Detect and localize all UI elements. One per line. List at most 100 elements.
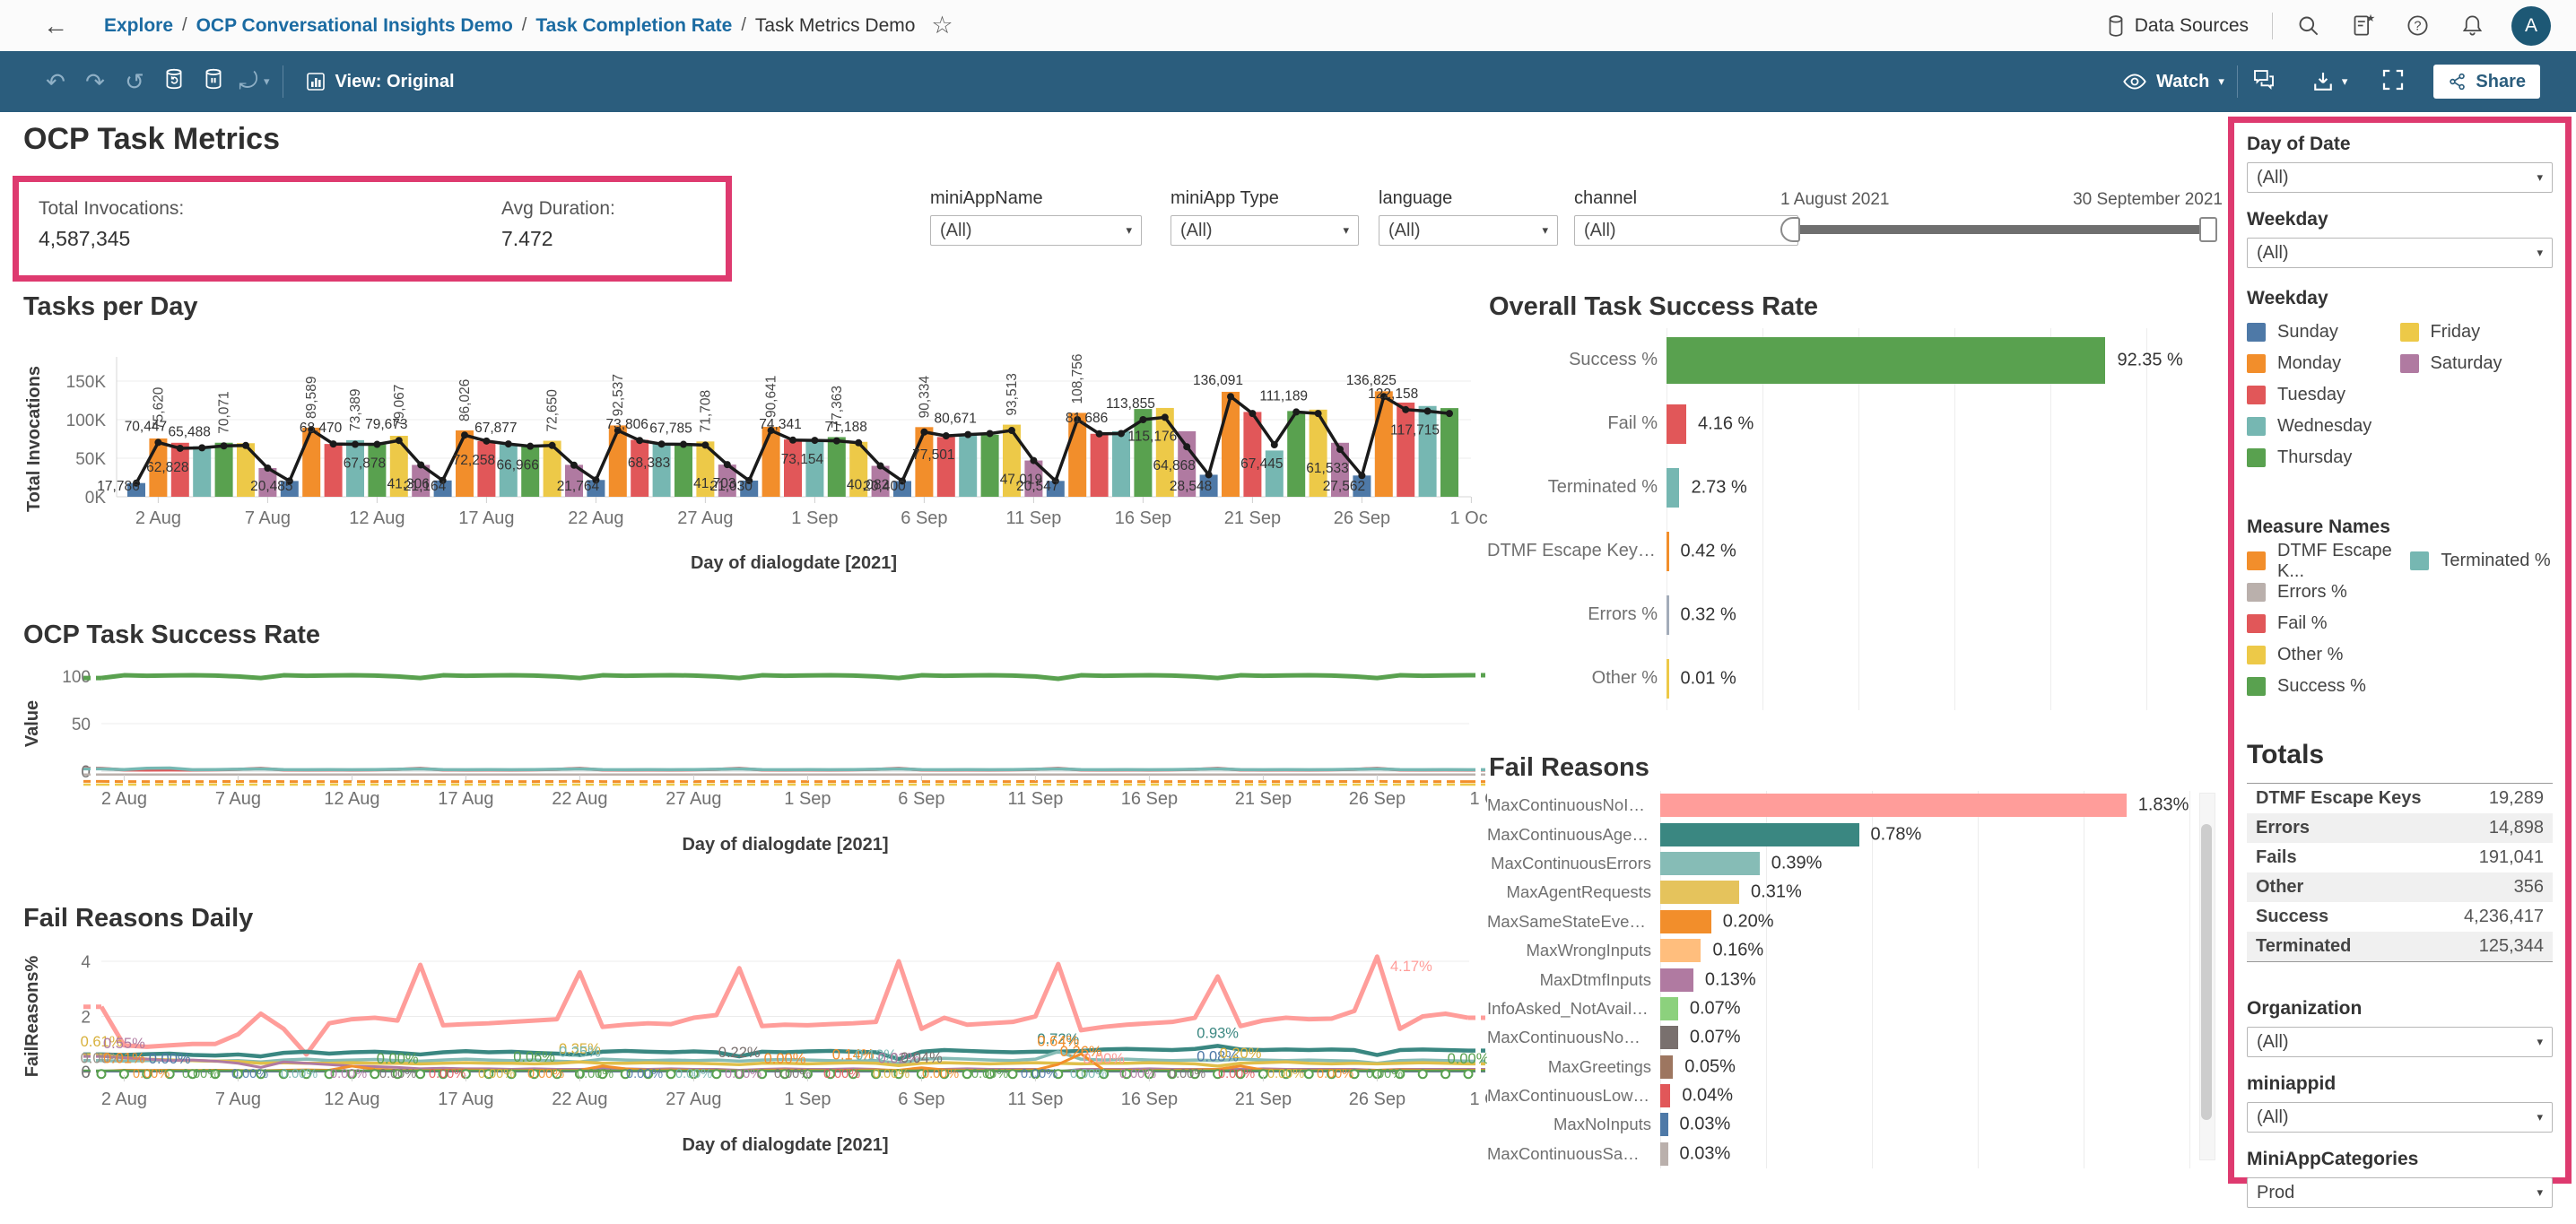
filter-dropdown[interactable]: (All)▾ (1574, 215, 1798, 246)
tasks-per-day-chart[interactable]: 0K50K100K150KTotal Invocations17,78675,6… (16, 339, 1487, 612)
watch-button[interactable]: Watch ▾ (2122, 69, 2224, 94)
bar-row[interactable]: Success %92.35 % (1487, 328, 2241, 392)
fullscreen-button[interactable] (2380, 66, 2406, 98)
legend-item[interactable]: Fail % (2247, 608, 2410, 639)
breadcrumb-item[interactable]: OCP Conversational Insights Demo (196, 15, 513, 37)
fail-reasons-daily-chart[interactable]: 024FailReasons%2 Aug7 Aug12 Aug17 Aug22 … (16, 942, 1487, 1188)
bar[interactable] (1660, 997, 1678, 1020)
bar-row[interactable]: Fail %4.16 % (1487, 392, 2241, 456)
legend-item[interactable]: Tuesday (2247, 379, 2400, 411)
bar[interactable] (1667, 595, 1669, 635)
bar-row[interactable]: MaxWrongInputs0.16% (1487, 936, 2232, 965)
date-slider-right-handle[interactable] (2199, 217, 2217, 242)
bar[interactable] (1660, 1026, 1678, 1049)
bar[interactable] (1660, 1113, 1668, 1136)
bar-row[interactable]: Other %0.01 % (1487, 647, 2241, 710)
bar[interactable] (1667, 532, 1669, 571)
legend-item[interactable]: Friday (2400, 317, 2554, 348)
redo-button[interactable]: ↷ (75, 68, 115, 96)
breadcrumb-item[interactable]: Task Completion Rate (535, 15, 732, 37)
bar[interactable] (1660, 910, 1711, 933)
view-selector[interactable]: View: Original (305, 71, 455, 92)
svg-text:0.00%: 0.00% (330, 1067, 367, 1081)
date-slider-left-handle[interactable] (1780, 217, 1800, 242)
breadcrumb-item[interactable]: Explore (104, 15, 173, 37)
back-arrow-icon[interactable]: ← (43, 12, 68, 40)
bar-row[interactable]: MaxContinuousErrors0.39% (1487, 849, 2232, 878)
filter-dropdown[interactable]: (All)▾ (1171, 215, 1359, 246)
legend-item[interactable]: Other % (2247, 639, 2410, 671)
bar[interactable] (1667, 404, 1686, 444)
bar-row[interactable]: Terminated %2.73 % (1487, 456, 2241, 519)
sidebar-filter-dropdown[interactable]: Prod▾ (2247, 1177, 2553, 1208)
bar[interactable] (1660, 881, 1739, 904)
legend-item[interactable]: Saturday (2400, 348, 2554, 379)
data-sources-button[interactable]: Data Sources (2104, 14, 2249, 38)
bar-row[interactable]: MaxContinuousLowConfR..0.04% (1487, 1081, 2232, 1110)
comments-button[interactable] (2250, 66, 2277, 98)
search-icon[interactable] (2296, 13, 2320, 38)
filter-dropdown[interactable]: (All)▾ (1379, 215, 1558, 246)
run-update-button[interactable]: ⤾▾ (233, 67, 270, 96)
bar[interactable] (1667, 659, 1669, 699)
svg-text:0.06%: 0.06% (513, 1049, 555, 1065)
fail-reasons-scrollbar-track[interactable] (2199, 793, 2215, 1160)
bar-row[interactable]: MaxContinuousAgentReq..0.78% (1487, 820, 2232, 848)
legend-item[interactable]: Sunday (2247, 317, 2400, 348)
fail-reasons-chart[interactable]: MaxContinuousNoInputs1.83%MaxContinuousA… (1487, 791, 2232, 1168)
bar[interactable] (1660, 939, 1701, 962)
filter-dropdown[interactable]: (All)▾ (930, 215, 1142, 246)
ocp-success-rate-chart[interactable]: 050100Value2 Aug7 Aug12 Aug17 Aug22 Aug2… (16, 656, 1487, 876)
overall-success-chart[interactable]: Success %92.35 %Fail %4.16 %Terminated %… (1487, 328, 2241, 710)
bar-row[interactable]: MaxSameStateEvents0.20% (1487, 907, 2232, 936)
notifications-bell-icon[interactable] (2460, 13, 2485, 38)
content-star-icon[interactable]: ★ (2351, 13, 2375, 38)
download-button[interactable]: ▾ (2310, 68, 2348, 95)
bar-row[interactable]: Errors %0.32 % (1487, 583, 2241, 647)
bar[interactable] (1660, 823, 1859, 846)
help-icon[interactable]: ? (2406, 13, 2430, 38)
date-slider-track[interactable] (1788, 225, 2215, 234)
bar-row[interactable]: MaxContinuousNoInputs1.83% (1487, 791, 2232, 820)
avatar[interactable]: A (2511, 6, 2551, 46)
bar-row[interactable]: MaxNoInputs0.03% (1487, 1110, 2232, 1139)
svg-text:0.22%: 0.22% (718, 1045, 761, 1061)
bar-row[interactable]: InfoAsked_NotAvailable0.07% (1487, 994, 2232, 1023)
bar[interactable] (1660, 794, 2127, 817)
bar[interactable] (1660, 852, 1760, 875)
bar-row[interactable]: MaxGreetings0.05% (1487, 1053, 2232, 1081)
bar[interactable] (1660, 1055, 1673, 1079)
favorite-star-icon[interactable]: ☆ (931, 12, 953, 39)
legend-item[interactable]: DTMF Escape K... (2247, 545, 2410, 577)
bar[interactable] (1660, 968, 1693, 992)
sidebar-filter-dropdown[interactable]: (All)▾ (2247, 1102, 2553, 1133)
pause-updates-button[interactable] (194, 67, 233, 97)
legend-item[interactable]: Wednesday (2247, 411, 2400, 442)
bar[interactable] (1660, 1142, 1668, 1166)
sidebar-filter-dropdown[interactable]: (All)▾ (2247, 162, 2553, 193)
undo-button[interactable]: ↶ (36, 68, 75, 96)
legend-item[interactable]: Thursday (2247, 442, 2400, 473)
svg-text:17 Aug: 17 Aug (438, 1089, 493, 1109)
legend-item[interactable]: Success % (2247, 671, 2410, 702)
sidebar-filter-dropdown[interactable]: (All)▾ (2247, 238, 2553, 268)
bar-row[interactable]: MaxContinuousNoMatches0.07% (1487, 1023, 2232, 1052)
sidebar-filter-dropdown[interactable]: (All)▾ (2247, 1027, 2553, 1057)
bar[interactable] (1667, 468, 1679, 508)
legend-item[interactable]: Monday (2247, 348, 2400, 379)
share-button[interactable]: Share (2433, 65, 2540, 99)
revert-button[interactable]: ↺ (115, 68, 154, 96)
refresh-data-button[interactable] (154, 67, 194, 97)
bar[interactable] (1660, 1084, 1670, 1107)
bar-row[interactable]: MaxAgentRequests0.31% (1487, 878, 2232, 907)
bar-row[interactable]: MaxContinuousSameStat..0.03% (1487, 1140, 2232, 1168)
svg-text:68,383: 68,383 (628, 456, 670, 471)
filter-value: (All) (1180, 221, 1213, 241)
legend-item[interactable]: Terminated % (2410, 545, 2553, 577)
bar[interactable] (1667, 337, 2105, 384)
bar-row[interactable]: DTMF Escape Key %0.42 % (1487, 519, 2241, 583)
bar-row[interactable]: MaxDtmfInputs0.13% (1487, 965, 2232, 994)
svg-text:2: 2 (81, 1009, 91, 1028)
fail-reasons-scrollbar-thumb[interactable] (2201, 824, 2212, 1120)
bar-value: 0.42 % (1681, 541, 1736, 561)
